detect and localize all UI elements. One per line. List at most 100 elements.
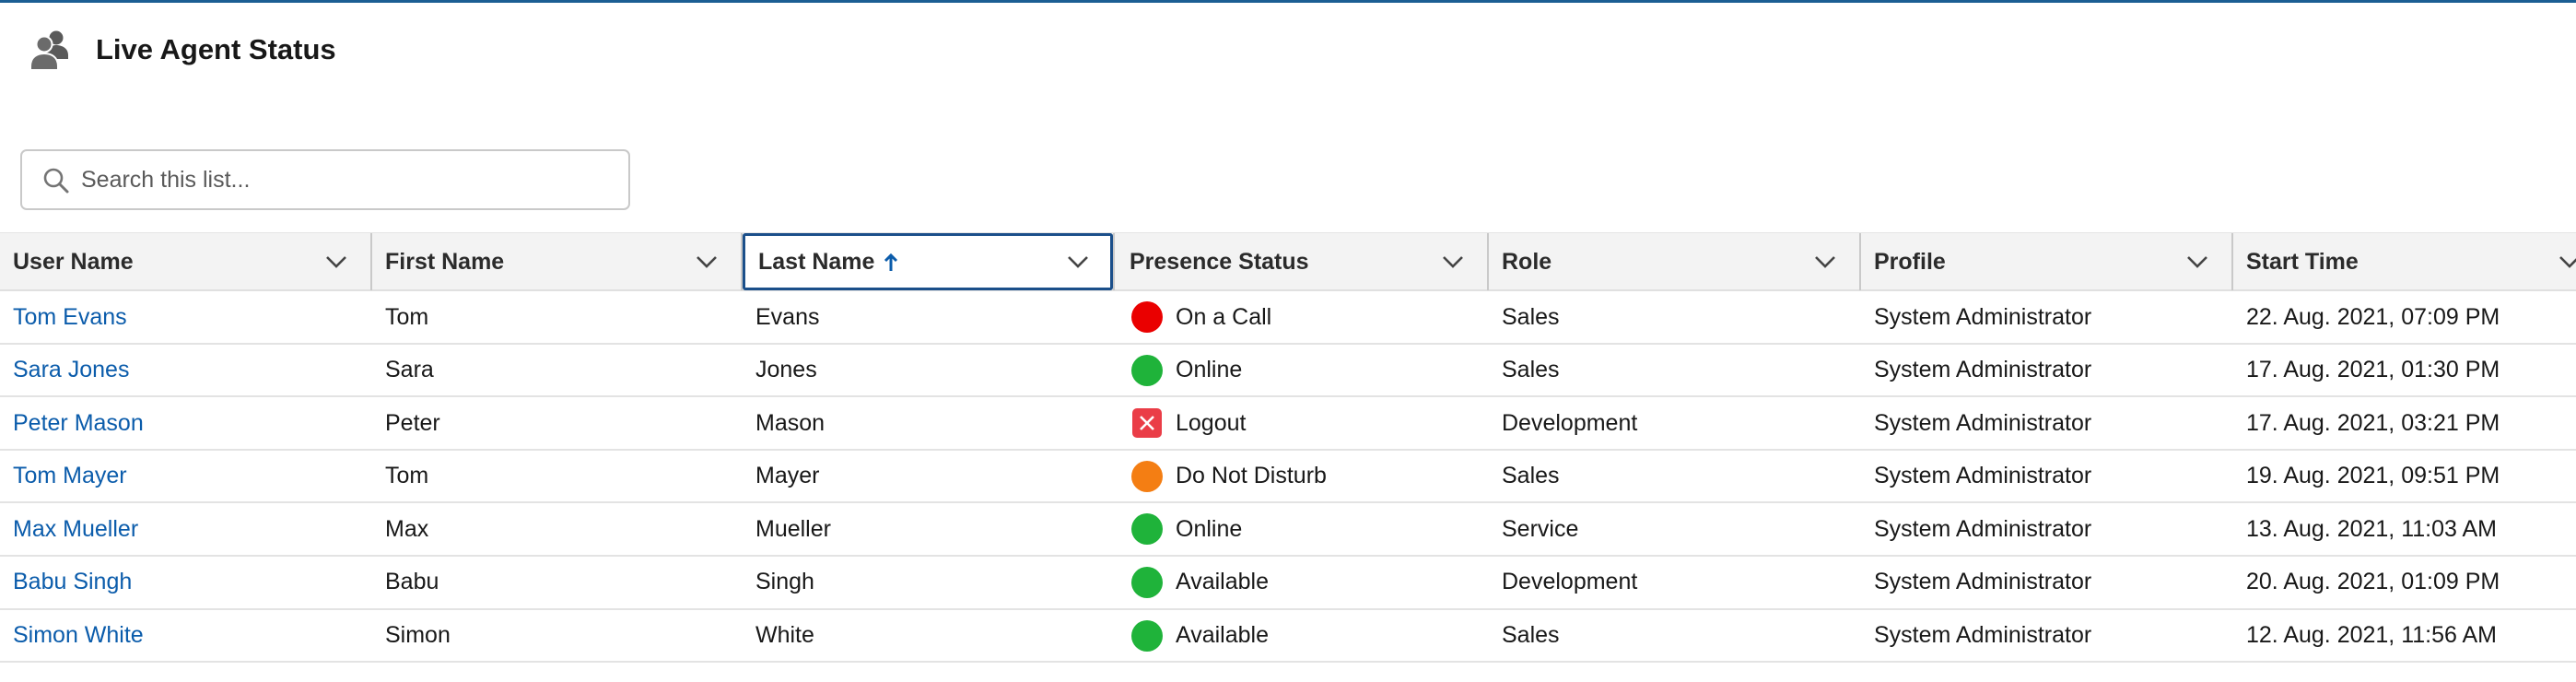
presence-status-cell: Do Not Disturb — [1117, 451, 1487, 502]
user-name-cell[interactable]: Max Mueller — [0, 503, 370, 555]
first-name-text: Tom — [385, 303, 429, 330]
role-text: Service — [1502, 515, 1579, 542]
start-time-text: 17. Aug. 2021, 03:21 PM — [2246, 409, 2500, 436]
presence-status-cell: Online — [1117, 503, 1487, 555]
start-time-text: 20. Aug. 2021, 01:09 PM — [2246, 569, 2500, 595]
user-name-cell[interactable]: Tom Evans — [0, 291, 370, 343]
column-header-last-name[interactable]: Last Name — [743, 233, 1113, 290]
profile-text: System Administrator — [1874, 303, 2092, 330]
user-name-cell[interactable]: Peter Mason — [0, 397, 370, 449]
presence-status-cell: Available — [1117, 557, 1487, 608]
user-name-cell[interactable]: Simon White — [0, 610, 370, 662]
table-row[interactable]: Simon White Simon White Available Sales … — [0, 610, 2576, 664]
chevron-down-icon[interactable] — [1441, 252, 1465, 272]
role-text: Development — [1502, 409, 1638, 436]
user-name-link[interactable]: Max Mueller — [0, 516, 138, 543]
start-time-cell: 19. Aug. 2021, 09:51 PM — [2233, 451, 2576, 502]
last-name-text: White — [755, 622, 814, 649]
status-text: Available — [1176, 569, 1270, 595]
last-name-text: Evans — [755, 303, 820, 330]
start-time-text: 19. Aug. 2021, 09:51 PM — [2246, 463, 2500, 489]
chevron-down-icon[interactable] — [2185, 252, 2209, 272]
search-box[interactable] — [20, 149, 630, 210]
presence-status-cell: Online — [1117, 345, 1487, 396]
start-time-cell: 13. Aug. 2021, 11:03 AM — [2233, 503, 2576, 555]
presence-status-cell: Logout — [1117, 397, 1487, 449]
profile-text: System Administrator — [1874, 409, 2092, 436]
start-time-cell: 20. Aug. 2021, 01:09 PM — [2233, 557, 2576, 608]
profile-cell: System Administrator — [1861, 345, 2231, 396]
profile-cell: System Administrator — [1861, 610, 2231, 662]
user-name-link[interactable]: Tom Mayer — [0, 463, 127, 489]
first-name-cell: Sara — [372, 345, 741, 396]
column-header-first-name[interactable]: First Name — [372, 233, 741, 290]
orange-dot-icon — [1131, 460, 1163, 492]
role-text: Sales — [1502, 463, 1560, 489]
search-icon — [43, 168, 69, 194]
profile-text: System Administrator — [1874, 515, 2092, 542]
column-header-presence-status[interactable]: Presence Status — [1117, 233, 1487, 290]
status-text: On a Call — [1176, 303, 1272, 330]
chevron-down-icon[interactable] — [695, 252, 719, 272]
status-text: Logout — [1176, 409, 1247, 436]
role-cell: Sales — [1489, 610, 1859, 662]
profile-cell: System Administrator — [1861, 557, 2231, 608]
table-body: Tom Evans Tom Evans On a Call Sales Syst… — [0, 291, 2576, 664]
first-name-cell: Tom — [372, 291, 741, 343]
table-row[interactable]: Max Mueller Max Mueller Online Service S… — [0, 503, 2576, 557]
user-name-cell[interactable]: Sara Jones — [0, 345, 370, 396]
role-text: Sales — [1502, 622, 1560, 649]
user-name-link[interactable]: Peter Mason — [0, 410, 144, 437]
column-divider[interactable] — [1113, 233, 1115, 290]
top-accent-bar — [0, 0, 2576, 3]
user-name-cell[interactable]: Tom Mayer — [0, 451, 370, 502]
users-icon — [28, 28, 72, 72]
chevron-down-icon[interactable] — [1813, 252, 1837, 272]
user-name-cell[interactable]: Babu Singh — [0, 557, 370, 608]
user-name-link[interactable]: Simon White — [0, 622, 144, 649]
role-cell: Sales — [1489, 451, 1859, 502]
last-name-text: Mason — [755, 409, 825, 436]
status-text: Online — [1176, 357, 1243, 383]
page-header: Live Agent Status — [28, 24, 336, 76]
green-dot-icon — [1131, 566, 1163, 598]
last-name-cell: White — [743, 610, 1113, 662]
profile-cell: System Administrator — [1861, 291, 2231, 343]
last-name-header-label: Last Name — [758, 248, 875, 275]
first-name-cell: Babu — [372, 557, 741, 608]
column-header-profile[interactable]: Profile — [1861, 233, 2231, 290]
start-time-text: 12. Aug. 2021, 11:56 AM — [2246, 622, 2497, 649]
start-time-cell: 17. Aug. 2021, 03:21 PM — [2233, 397, 2576, 449]
column-header-user-name[interactable]: User Name — [0, 233, 370, 290]
status-text: Online — [1176, 515, 1243, 542]
user-name-link[interactable]: Tom Evans — [0, 304, 127, 331]
chevron-down-icon[interactable] — [2558, 252, 2576, 272]
start-time-text: 22. Aug. 2021, 07:09 PM — [2246, 303, 2500, 330]
column-header-start-time[interactable]: Start Time — [2233, 233, 2576, 290]
table-row[interactable]: Tom Mayer Tom Mayer Do Not Disturb Sales… — [0, 451, 2576, 504]
profile-text: System Administrator — [1874, 569, 2092, 595]
column-header-role[interactable]: Role — [1489, 233, 1859, 290]
user-name-link[interactable]: Babu Singh — [0, 569, 132, 595]
presence-status-cell: On a Call — [1117, 291, 1487, 343]
user-name-link[interactable]: Sara Jones — [0, 357, 129, 383]
first-name-cell: Peter — [372, 397, 741, 449]
start-time-cell: 17. Aug. 2021, 01:30 PM — [2233, 345, 2576, 396]
search-input[interactable] — [81, 151, 615, 208]
last-name-cell: Jones — [743, 345, 1113, 396]
chevron-down-icon[interactable] — [1066, 252, 1090, 272]
last-name-text: Mayer — [755, 463, 820, 489]
presence-status-cell: Available — [1117, 610, 1487, 662]
table-row[interactable]: Babu Singh Babu Singh Available Developm… — [0, 557, 2576, 610]
profile-cell: System Administrator — [1861, 397, 2231, 449]
table-row[interactable]: Tom Evans Tom Evans On a Call Sales Syst… — [0, 291, 2576, 345]
last-name-header-label-wrap: Last Name — [745, 249, 898, 276]
chevron-down-icon[interactable] — [324, 252, 348, 272]
table-row[interactable]: Sara Jones Sara Jones Online Sales Syste… — [0, 345, 2576, 398]
role-text: Development — [1502, 569, 1638, 595]
logout-x-icon — [1132, 408, 1162, 439]
first-name-cell: Simon — [372, 610, 741, 662]
first-name-text: Simon — [385, 622, 451, 649]
table-row[interactable]: Peter Mason Peter Mason Logout Developme… — [0, 397, 2576, 451]
first-name-text: Max — [385, 515, 429, 542]
